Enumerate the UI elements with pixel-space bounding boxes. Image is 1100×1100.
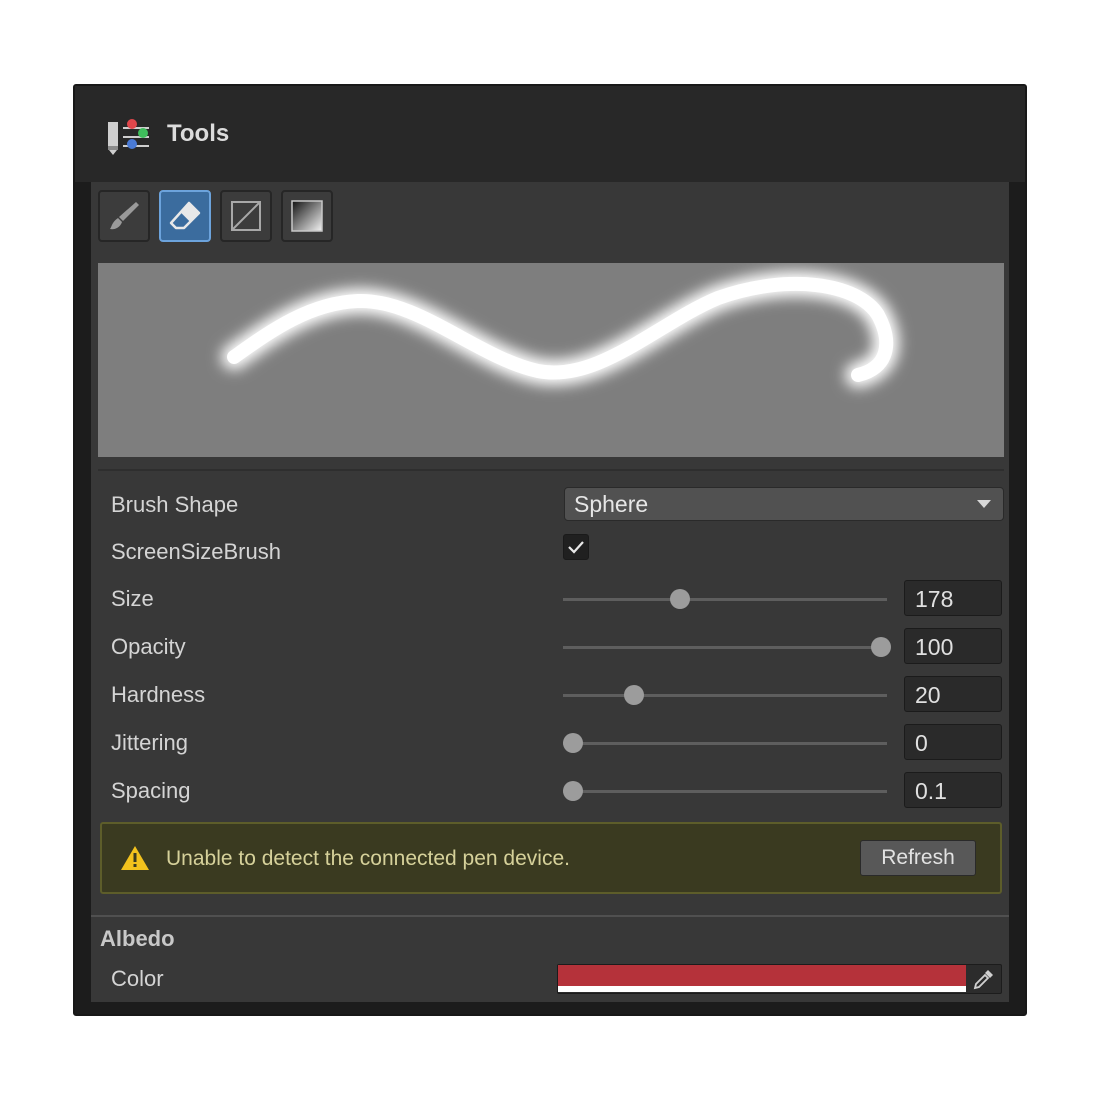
clear-tool-button[interactable]	[220, 190, 272, 242]
value-field-opacity[interactable]: 100	[904, 628, 1002, 664]
slider-track-jittering[interactable]	[562, 733, 887, 753]
brush-shape-value: Sphere	[574, 491, 649, 517]
brush-shape-dropdown[interactable]: Sphere	[564, 487, 1004, 521]
slider-track-size[interactable]	[563, 589, 887, 609]
slider-thumb-size[interactable]	[669, 589, 690, 609]
slider-thumb-hardness[interactable]	[624, 685, 645, 705]
value-field-hardness[interactable]: 20	[904, 676, 1002, 712]
brush-stroke-preview	[98, 263, 1004, 457]
slider-thumb-spacing[interactable]	[562, 781, 583, 801]
slider-track-opacity[interactable]	[563, 637, 891, 657]
value-field-jittering[interactable]: 0	[904, 724, 1002, 760]
slider-label-hardness: Hardness	[111, 682, 206, 707]
screen-size-brush-checkbox[interactable]	[563, 534, 589, 560]
tools-icon	[108, 119, 149, 155]
square-slash-icon	[231, 201, 261, 231]
slider-label-jittering: Jittering	[111, 730, 189, 755]
albedo-color-field[interactable]	[557, 964, 1002, 994]
pen-warning-box: Unable to detect the connected pen devic…	[100, 822, 1002, 894]
slider-label-opacity: Opacity	[111, 634, 186, 659]
albedo-section-title: Albedo	[100, 926, 175, 951]
refresh-button[interactable]: Refresh	[860, 840, 976, 876]
tools-content: Brush Shape Sphere ScreenSizeBrush Size 1…	[91, 182, 1009, 1002]
panel-title: Tools	[167, 120, 230, 147]
brush-shape-label: Brush Shape	[111, 492, 239, 517]
slider-thumb-jittering[interactable]	[562, 733, 583, 753]
color-alpha-bar	[558, 986, 966, 992]
section-divider	[91, 915, 1009, 917]
paint-brush-tool-button[interactable]	[98, 190, 150, 242]
slider-track-hardness[interactable]	[563, 685, 887, 705]
eraser-tool-button[interactable]	[159, 190, 211, 242]
tools-panel: Tools Brush Shape Sphere ScreenSizeBrush…	[73, 84, 1027, 1016]
warning-message: Unable to detect the connected pen devic…	[166, 847, 570, 870]
brush-icon	[110, 202, 139, 230]
eyedropper-icon[interactable]	[971, 968, 995, 992]
dropdown-arrow-icon	[977, 500, 991, 508]
slider-label-spacing: Spacing	[111, 778, 191, 803]
slider-label-size: Size	[111, 586, 154, 611]
color-swatch[interactable]	[558, 965, 966, 986]
value-field-spacing[interactable]: 0.1	[904, 772, 1002, 808]
gradient-tool-button[interactable]	[281, 190, 333, 242]
preview-divider	[98, 469, 1004, 471]
screen-size-brush-label: ScreenSizeBrush	[111, 539, 281, 564]
gradient-icon	[291, 200, 323, 232]
panel-header: Tools	[75, 86, 1025, 182]
color-label: Color	[111, 966, 164, 991]
warning-icon	[121, 846, 149, 870]
slider-thumb-opacity[interactable]	[870, 637, 891, 657]
slider-track-spacing[interactable]	[562, 781, 887, 801]
eraser-icon	[169, 201, 201, 230]
checkmark-icon	[568, 541, 584, 554]
value-field-size[interactable]: 178	[904, 580, 1002, 616]
